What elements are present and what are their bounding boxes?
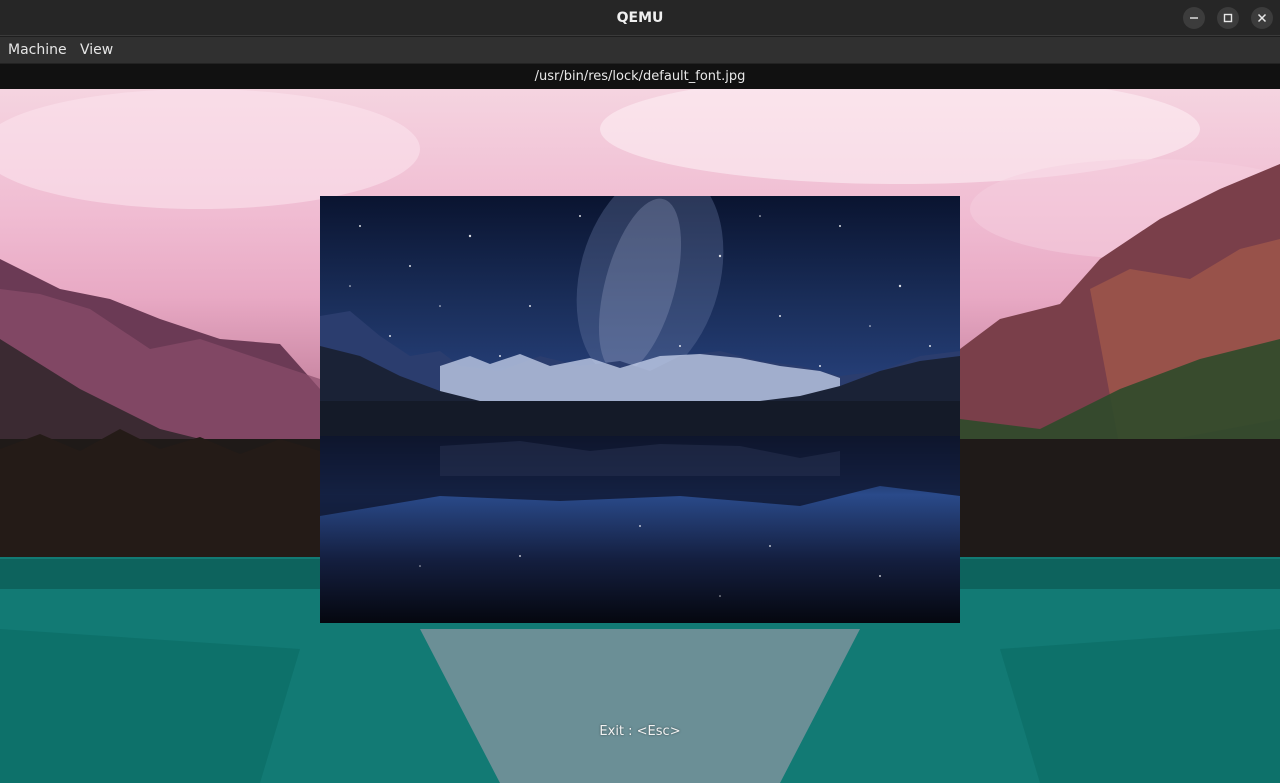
close-icon [1257, 13, 1267, 23]
title-bar[interactable]: QEMU [0, 0, 1280, 36]
maximize-icon [1223, 13, 1233, 23]
window-title: QEMU [616, 10, 664, 26]
menu-bar: Machine View [0, 37, 1280, 63]
exit-hint: Exit : <Esc> [599, 724, 681, 739]
path-bar: /usr/bin/res/lock/default_font.jpg [0, 63, 1280, 89]
minimize-icon [1190, 17, 1198, 19]
menu-view[interactable]: View [78, 37, 115, 63]
lock-screen-image [320, 196, 960, 623]
minimize-button[interactable] [1183, 7, 1205, 29]
close-button[interactable] [1251, 7, 1273, 29]
guest-screen[interactable]: Exit : <Esc> [0, 89, 1280, 783]
menu-machine[interactable]: Machine [6, 37, 69, 63]
file-path: /usr/bin/res/lock/default_font.jpg [534, 69, 746, 84]
maximize-button[interactable] [1217, 7, 1239, 29]
night-landscape-image [320, 196, 960, 597]
